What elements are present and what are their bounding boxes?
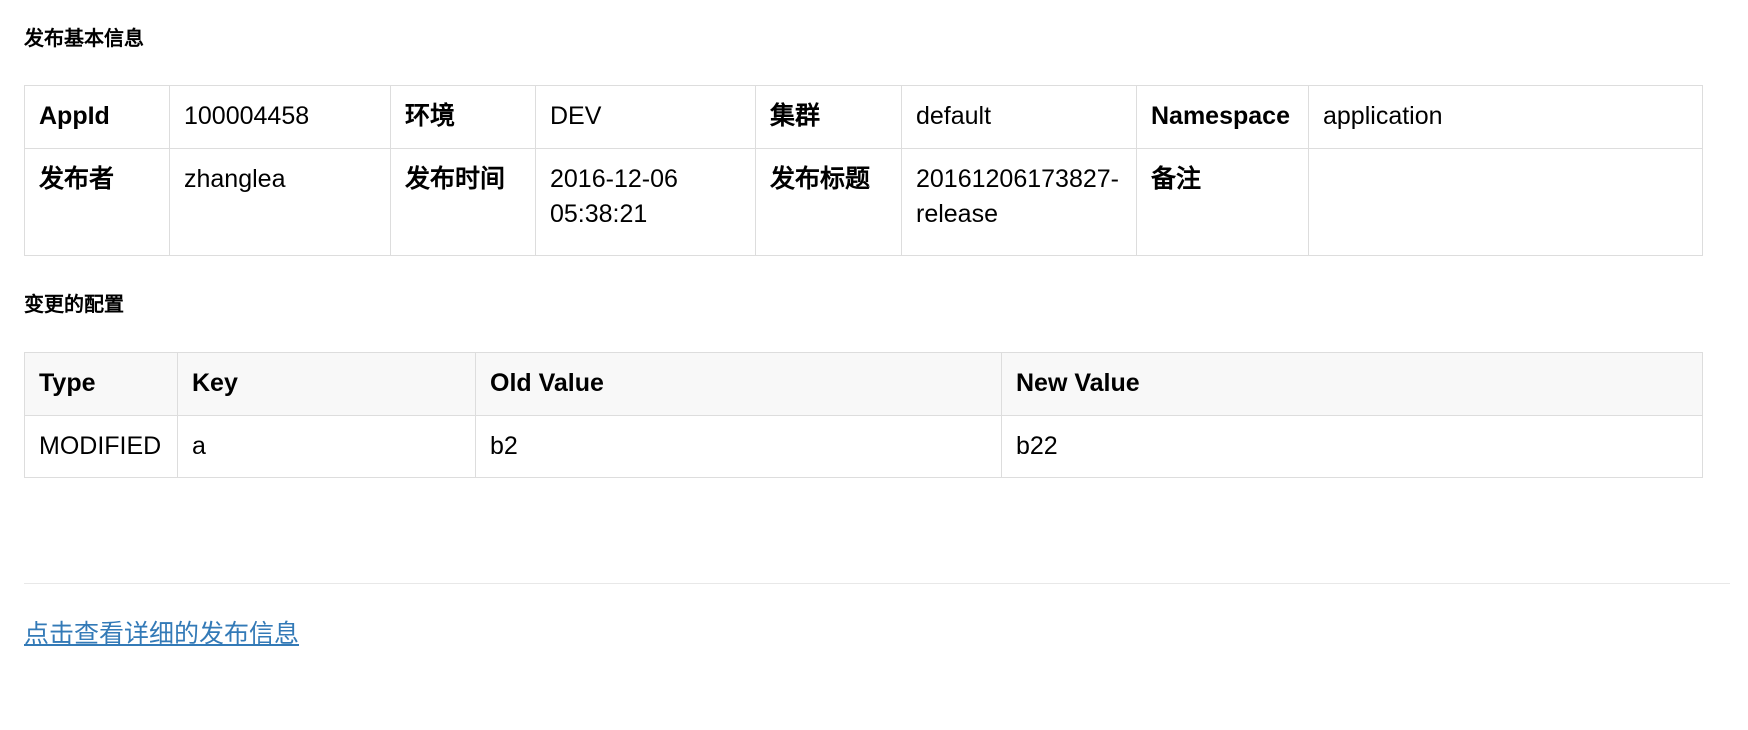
column-header-key: Key (178, 353, 476, 416)
field-value-env: DEV (536, 86, 756, 149)
basic-info-table: AppId 100004458 环境 DEV 集群 default Namesp… (24, 85, 1703, 256)
field-value-publisher: zhanglea (170, 148, 391, 255)
field-label-cluster: 集群 (756, 86, 902, 149)
footer-divider (24, 583, 1730, 584)
section-title-changed-config: 变更的配置 (24, 295, 124, 315)
cell-new-value: b22 (1002, 415, 1703, 478)
field-label-appid: AppId (25, 86, 170, 149)
field-label-env: 环境 (391, 86, 536, 149)
field-label-namespace: Namespace (1137, 86, 1309, 149)
table-row: 发布者 zhanglea 发布时间 2016-12-06 05:38:21 发布… (25, 148, 1703, 255)
view-release-detail-link[interactable]: 点击查看详细的发布信息 (24, 618, 299, 651)
field-value-namespace: application (1309, 86, 1703, 149)
field-label-publisher: 发布者 (25, 148, 170, 255)
column-header-type: Type (25, 353, 178, 416)
changed-config-table: Type Key Old Value New Value MODIFIED a … (24, 352, 1703, 478)
field-value-comment (1309, 148, 1703, 255)
field-value-cluster: default (902, 86, 1137, 149)
table-row: AppId 100004458 环境 DEV 集群 default Namesp… (25, 86, 1703, 149)
field-label-comment: 备注 (1137, 148, 1309, 255)
field-value-appid: 100004458 (170, 86, 391, 149)
field-label-publish-time: 发布时间 (391, 148, 536, 255)
table-row: MODIFIED a b2 b22 (25, 415, 1703, 478)
table-header-row: Type Key Old Value New Value (25, 353, 1703, 416)
cell-key: a (178, 415, 476, 478)
column-header-old-value: Old Value (476, 353, 1002, 416)
column-header-new-value: New Value (1002, 353, 1703, 416)
release-info-page: 发布基本信息 AppId 100004458 环境 DEV 集群 default… (0, 0, 1748, 730)
field-label-release-title: 发布标题 (756, 148, 902, 255)
field-value-release-title: 20161206173827-release (902, 148, 1137, 255)
cell-type: MODIFIED (25, 415, 178, 478)
field-value-publish-time: 2016-12-06 05:38:21 (536, 148, 756, 255)
cell-old-value: b2 (476, 415, 1002, 478)
page-title: 发布基本信息 (24, 29, 144, 49)
